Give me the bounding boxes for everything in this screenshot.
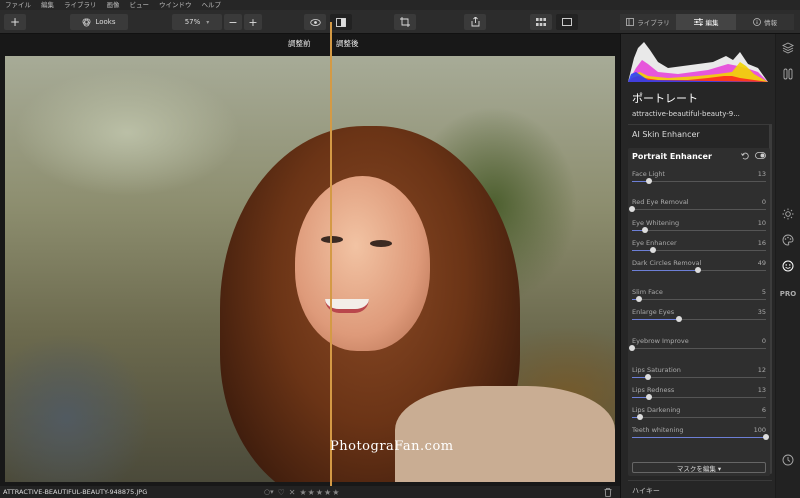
reset-icon[interactable]: [741, 152, 749, 160]
menu-window[interactable]: ウインドウ: [154, 0, 197, 10]
eye-icon: [309, 18, 321, 26]
enlarge-eyes-slider[interactable]: Enlarge Eyes 35: [632, 308, 766, 324]
portrait-enhancer-title[interactable]: Portrait Enhancer: [632, 152, 712, 161]
preview-button[interactable]: [304, 14, 326, 30]
portrait-enhancer-section: Portrait Enhancer Face Light 13 Red Eye …: [628, 148, 770, 476]
tab-library[interactable]: ライブラリ: [620, 14, 676, 30]
status-bar: ATTRACTIVE-BEAUTIFUL-BEAUTY-948875.JPG ○…: [0, 486, 620, 498]
compare-divider[interactable]: [330, 22, 332, 486]
panel-title: ポートレート: [632, 92, 698, 105]
trash-icon[interactable]: [604, 488, 612, 497]
filter-icon[interactable]: [782, 68, 794, 80]
zoom-value: 57%: [184, 18, 201, 26]
compare-button[interactable]: [330, 14, 352, 30]
plus-icon: +: [248, 15, 258, 29]
looks-button[interactable]: Looks: [70, 14, 128, 30]
image-canvas[interactable]: 調整前 調整後: [0, 34, 620, 486]
palette-icon[interactable]: [782, 234, 794, 246]
toggle-icon[interactable]: [755, 152, 766, 159]
panel-filename: attractive-beautiful-beauty-9...: [632, 110, 740, 118]
tab-info-label: 情報: [764, 19, 777, 27]
menu-bar: ファイル 編集 ライブラリ 画像 ビュー ウインドウ ヘルプ: [0, 0, 800, 10]
eyebrow-improve-slider[interactable]: Eyebrow Improve 0: [629, 337, 766, 353]
rating-controls: ○▾ ♡ ✕ ★★★★★: [264, 488, 340, 497]
eye-whitening-slider[interactable]: Eye Whitening 10: [632, 219, 766, 235]
divider: [628, 480, 772, 481]
crop-icon: [400, 17, 410, 27]
color-label-icon[interactable]: ○▾: [264, 488, 274, 496]
portrait-face-icon[interactable]: [782, 260, 794, 272]
menu-edit[interactable]: 編集: [36, 0, 59, 10]
share-icon: [471, 17, 479, 27]
slim-face-slider[interactable]: Slim Face 5: [632, 288, 766, 304]
grid-view-button[interactable]: [530, 14, 552, 30]
after-label: 調整後: [336, 39, 359, 48]
menu-image[interactable]: 画像: [102, 0, 125, 10]
grid-icon: [536, 18, 546, 26]
crop-button[interactable]: [394, 14, 416, 30]
histogram: [628, 42, 768, 82]
star-rating[interactable]: ★★★★★: [300, 488, 341, 497]
reject-icon[interactable]: ✕: [289, 488, 296, 497]
add-button[interactable]: +: [4, 14, 26, 30]
tab-edit[interactable]: 編集: [676, 14, 736, 30]
minus-icon: −: [228, 15, 238, 29]
layers-icon[interactable]: [782, 42, 794, 54]
looks-label: Looks: [95, 18, 116, 26]
sun-icon[interactable]: [782, 208, 794, 220]
high-key-section[interactable]: ハイキー: [632, 486, 660, 496]
share-button[interactable]: [464, 14, 486, 30]
eye-enhancer-slider[interactable]: Eye Enhancer 16: [632, 239, 766, 255]
portrait-photo: [5, 56, 615, 482]
tab-library-label: ライブラリ: [637, 19, 670, 27]
looks-icon: [83, 18, 91, 26]
zoom-select[interactable]: 57% ▾: [172, 14, 222, 30]
before-label: 調整前: [288, 39, 311, 48]
chevron-down-icon: ▾: [206, 18, 210, 26]
teeth-whitening-slider[interactable]: Teeth whitening 100: [632, 426, 769, 442]
lips-darkening-slider[interactable]: Lips Darkening 6: [632, 406, 766, 422]
red-eye-removal-slider[interactable]: Red Eye Removal 0: [629, 198, 766, 214]
menu-file[interactable]: ファイル: [0, 0, 36, 10]
plus-icon: +: [9, 15, 21, 29]
lips-redness-slider[interactable]: Lips Redness 13: [632, 386, 766, 402]
divider: [628, 124, 772, 125]
tab-edit-label: 編集: [705, 19, 719, 27]
single-view-icon: [562, 18, 572, 26]
edit-mask-button[interactable]: マスクを編集 ▾: [632, 462, 766, 473]
dark-circles-removal-slider[interactable]: Dark Circles Removal 49: [632, 259, 766, 275]
pro-icon[interactable]: PRO: [780, 288, 796, 300]
heart-icon[interactable]: ♡: [278, 488, 285, 497]
tab-info[interactable]: 情報: [736, 14, 794, 30]
sliders-icon: [693, 18, 703, 26]
filename-label: ATTRACTIVE-BEAUTIFUL-BEAUTY-948875.JPG: [3, 488, 148, 496]
ai-skin-enhancer-header[interactable]: AI Skin Enhancer: [632, 130, 700, 139]
tool-rail: PRO: [776, 34, 800, 498]
history-icon[interactable]: [782, 454, 794, 466]
single-view-button[interactable]: [556, 14, 578, 30]
menu-view[interactable]: ビュー: [125, 0, 155, 10]
library-icon: [626, 18, 635, 26]
watermark: PhotograFan.com: [330, 439, 454, 454]
face-light-slider[interactable]: Face Light 13: [632, 170, 766, 186]
split-view-icon: [336, 17, 346, 27]
lips-saturation-slider[interactable]: Lips Saturation 12: [632, 366, 766, 382]
info-icon: [753, 18, 761, 26]
zoom-in-button[interactable]: +: [244, 14, 262, 30]
panel-tabs: ライブラリ 編集 情報: [620, 14, 800, 30]
face-shape: [295, 176, 430, 351]
zoom-out-button[interactable]: −: [224, 14, 242, 30]
menu-library[interactable]: ライブラリ: [59, 0, 102, 10]
menu-help[interactable]: ヘルプ: [197, 0, 227, 10]
